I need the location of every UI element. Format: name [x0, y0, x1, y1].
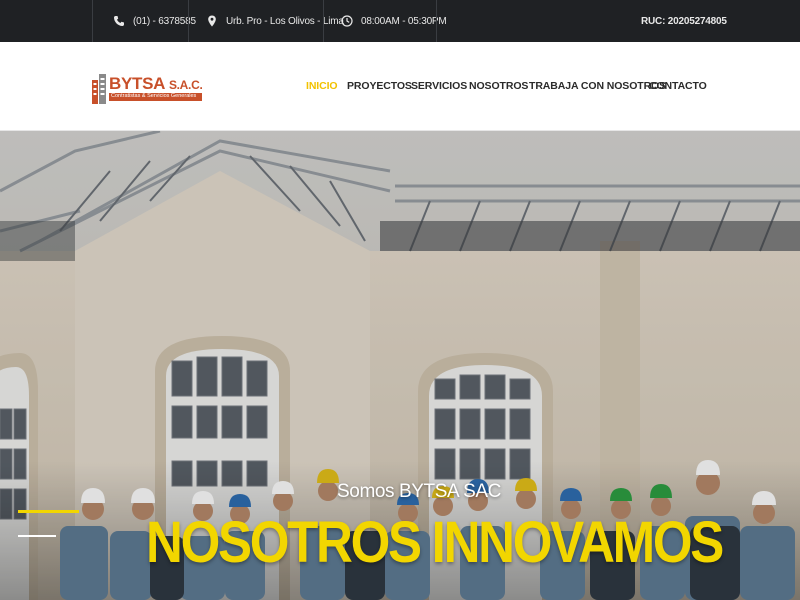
phone-icon [114, 16, 124, 26]
site-header: BYTSA S.A.C. Contratistas & Servicios Ge… [0, 42, 800, 131]
divider [92, 0, 93, 42]
nav-item-nosotros[interactable]: NOSOTROS [469, 80, 528, 92]
nav-item-inicio[interactable]: INICIO [306, 80, 338, 92]
ruc-info: RUC: 20205274805 [641, 0, 727, 42]
hero-accent-line-secondary [18, 535, 56, 537]
hero-title: NOSOTROS INNOVAMOS [146, 510, 724, 575]
hero-banner: Somos BYTSA SAC NOSOTROS INNOVAMOS [0, 131, 800, 600]
phone-info[interactable]: (01) - 6378585 [113, 0, 196, 42]
nav-item-proyectos[interactable]: PROYECTOS [347, 80, 412, 92]
divider [323, 0, 324, 42]
ruc-text: RUC: 20205274805 [641, 15, 727, 27]
main-nav: INICIO PROYECTOS SERVICIOS NOSOTROS TRAB… [0, 42, 800, 131]
hero-tagline: Somos BYTSA SAC [337, 481, 502, 502]
map-pin-icon [208, 15, 216, 27]
hero-accent-line [18, 510, 79, 513]
nav-item-servicios[interactable]: SERVICIOS [411, 80, 467, 92]
top-info-bar: (01) - 6378585 Urb. Pro - Los Olivos - L… [0, 0, 800, 42]
clock-icon [341, 15, 353, 27]
hours-text: 08:00AM - 05:30PM [361, 15, 447, 27]
address-text: Urb. Pro - Los Olivos - Lima [226, 15, 344, 27]
nav-item-contacto[interactable]: CONTACTO [649, 80, 707, 92]
phone-text: (01) - 6378585 [133, 15, 196, 27]
hours-info: 08:00AM - 05:30PM [341, 0, 447, 42]
divider [436, 0, 437, 42]
divider [188, 0, 189, 42]
nav-item-trabaja-con-nosotros[interactable]: TRABAJA CON NOSOTROS [529, 80, 666, 92]
